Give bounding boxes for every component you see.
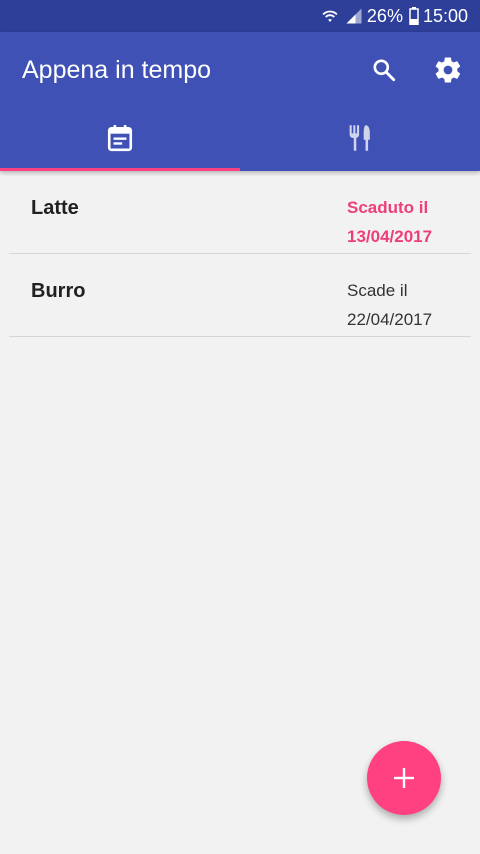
app-bar: Appena in tempo [0,32,480,171]
product-list: Latte Scaduto il 13/04/2017 Burro Scade … [0,171,480,337]
item-expiry: Scaduto il 13/04/2017 [347,193,472,251]
search-icon [371,57,397,83]
tab-expiry-list[interactable] [0,104,240,171]
settings-button[interactable] [430,52,466,88]
item-name: Latte [31,197,79,219]
wifi-icon [321,7,339,25]
expiry-date: 13/04/2017 [347,227,433,246]
gear-icon [433,55,463,85]
calendar-icon [107,124,133,152]
clock: 15:00 [422,5,468,26]
battery-icon [409,7,419,25]
add-item-button[interactable] [367,741,441,815]
expiry-label: Scade il [347,281,408,300]
expiry-date: 22/04/2017 [347,310,433,329]
tab-bar [0,104,480,171]
signal-icon [345,7,363,25]
status-bar: 26% 15:00 [0,0,480,32]
battery-percent: 26% [366,5,403,26]
item-name: Burro [31,280,86,302]
list-item[interactable]: Burro Scade il 22/04/2017 [9,254,471,337]
app-title: Appena in tempo [22,56,212,84]
search-button[interactable] [366,52,402,88]
list-item[interactable]: Latte Scaduto il 13/04/2017 [9,171,471,254]
tab-recipes[interactable] [240,104,480,171]
fork-knife-icon [346,123,374,153]
item-expiry: Scade il 22/04/2017 [347,276,472,334]
plus-icon [393,767,415,789]
expiry-label: Scaduto il [347,198,429,217]
